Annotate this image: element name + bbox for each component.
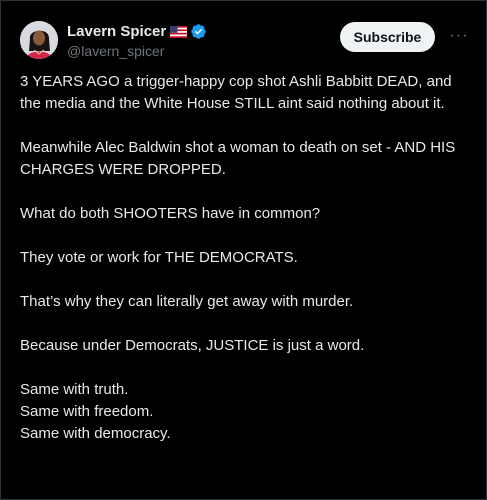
post-paragraph: They vote or work for THE DEMOCRATS. (20, 247, 472, 269)
post-line: Because under Democrats, JUSTICE is just… (20, 337, 365, 354)
post-line: Same with truth. (20, 381, 129, 398)
post-card: Lavern Spicer @lavern_spicer Subscribe ·… (0, 0, 487, 500)
more-options-icon[interactable]: ··· (448, 25, 470, 47)
post-line: Same with democracy. (20, 425, 171, 442)
verified-badge-icon[interactable] (190, 23, 207, 40)
user-avatar-icon (20, 21, 58, 59)
post-paragraph: 3 YEARS AGO a trigger-happy cop shot Ash… (20, 71, 472, 115)
post-paragraph: What do both SHOOTERS have in common? (20, 203, 472, 225)
post-paragraph: Because under Democrats, JUSTICE is just… (20, 335, 472, 357)
post-line: They vote or work for THE DEMOCRATS. (20, 249, 298, 266)
display-name[interactable]: Lavern Spicer (67, 23, 166, 40)
post-line: What do both SHOOTERS have in common? (20, 205, 321, 222)
post-paragraph: Meanwhile Alec Baldwin shot a woman to d… (20, 137, 472, 181)
post-header: Lavern Spicer @lavern_spicer Subscribe ·… (20, 19, 470, 61)
author-names: Lavern Spicer @lavern_spicer (67, 21, 207, 59)
name-row: Lavern Spicer (67, 21, 207, 41)
us-flag-icon (170, 25, 188, 38)
post-paragraph: That’s why they can literally get away w… (20, 291, 472, 313)
post-text: 3 YEARS AGO a trigger-happy cop shot Ash… (20, 71, 472, 467)
avatar[interactable] (20, 21, 58, 59)
post-line: Meanwhile Alec Baldwin shot a woman to d… (20, 139, 456, 178)
user-handle[interactable]: @lavern_spicer (67, 43, 207, 59)
post-line: 3 YEARS AGO a trigger-happy cop shot Ash… (20, 73, 452, 112)
post-line: That’s why they can literally get away w… (20, 293, 354, 310)
post-line: Same with freedom. (20, 403, 154, 420)
subscribe-button[interactable]: Subscribe (340, 22, 435, 52)
post-paragraph: Same with truth. Same with freedom. Same w… (20, 379, 472, 445)
